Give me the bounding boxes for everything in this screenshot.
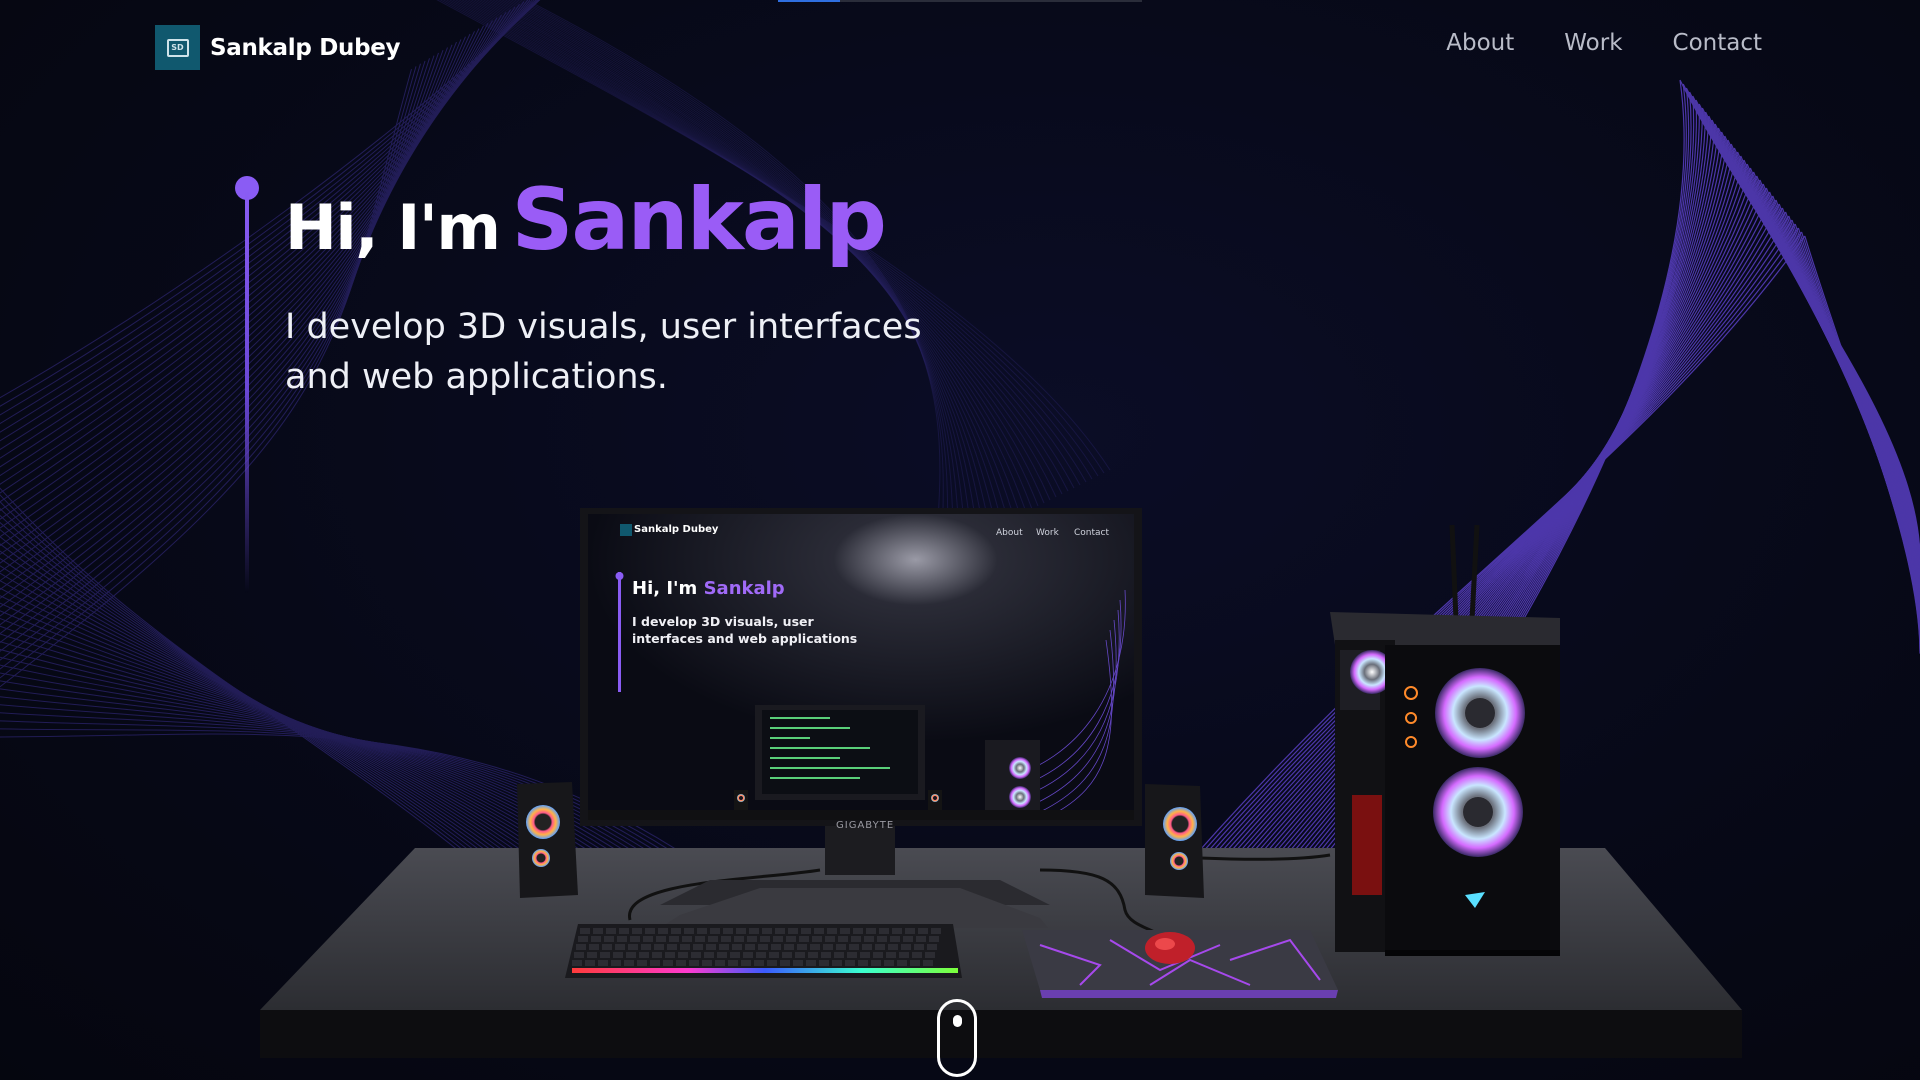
scroll-down-mouse-icon[interactable]	[937, 999, 977, 1077]
page: SD Sankalp Dubey About Work Contact Hi, …	[0, 0, 1920, 1080]
pc-tower	[1330, 524, 1560, 956]
scroll-wheel-indicator	[953, 1015, 962, 1027]
right-speaker	[1145, 784, 1204, 898]
keyboard	[565, 924, 962, 978]
desk-peripherals	[517, 524, 1560, 998]
left-speaker	[517, 782, 578, 898]
mouse	[1145, 932, 1195, 964]
